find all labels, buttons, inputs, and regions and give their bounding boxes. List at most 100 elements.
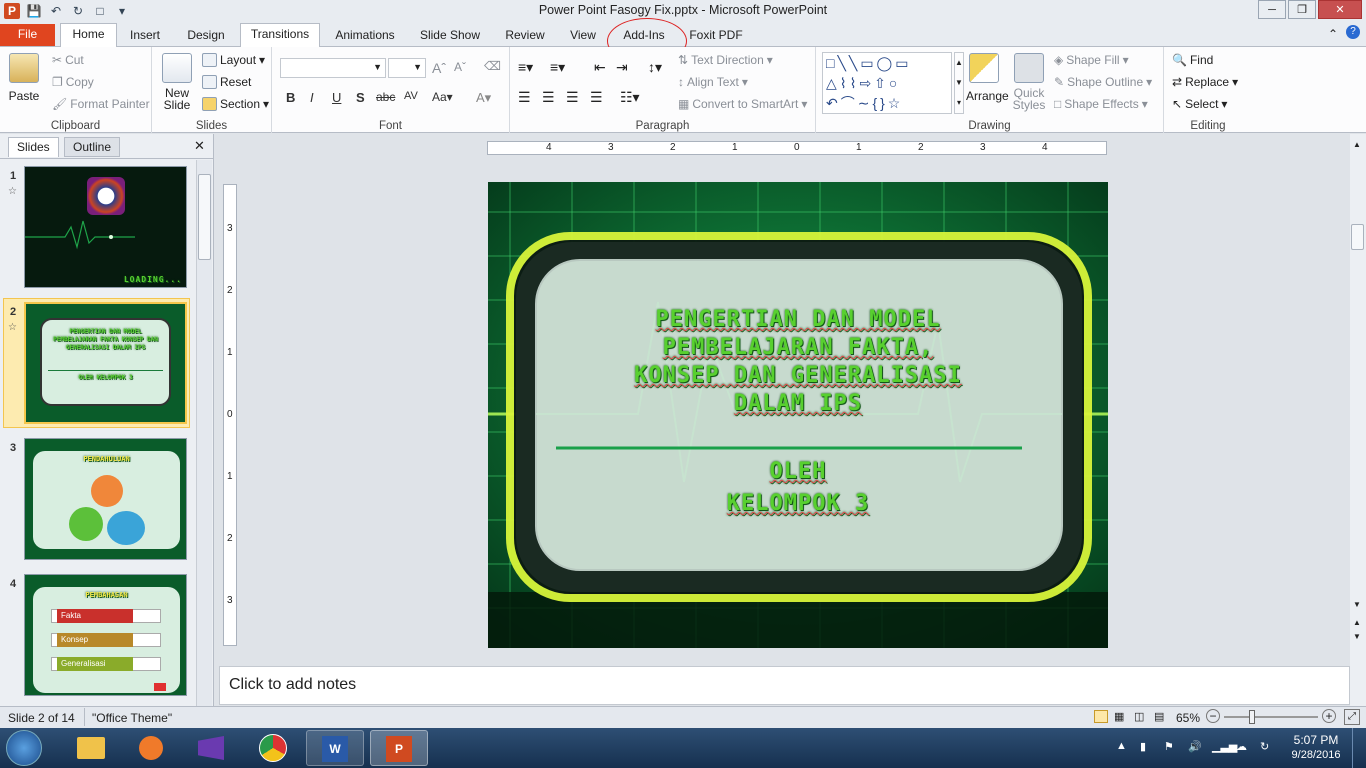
scroll-up-icon[interactable]: ▲ (1353, 140, 1361, 149)
zoom-in-icon[interactable]: + (1322, 709, 1336, 723)
decrease-indent-icon[interactable]: ⇤ (594, 59, 606, 76)
zoom-slider[interactable] (1224, 716, 1318, 718)
close-panel-icon[interactable]: ✕ (194, 138, 205, 154)
normal-view-icon[interactable] (1094, 710, 1108, 723)
sync-icon[interactable]: ↻ (1260, 740, 1274, 754)
restore-button[interactable]: ❐ (1288, 0, 1316, 19)
show-desktop-button[interactable] (1352, 728, 1366, 768)
shapes-gallery-scroll[interactable]: ▲ ▼ ▾ (954, 52, 964, 114)
align-text-button[interactable]: ↕ Align Text ▾ (678, 75, 748, 89)
shape-fill-button[interactable]: ◈ Shape Fill ▾ (1054, 53, 1129, 67)
copy-button[interactable]: ❐ Copy (52, 75, 94, 89)
font-size-combo[interactable]: ▼ (388, 58, 426, 78)
tab-foxit-pdf[interactable]: Foxit PDF (684, 25, 748, 47)
cut-button[interactable]: ✂ Cut (52, 53, 84, 67)
battery-icon[interactable]: ▮ (1140, 740, 1154, 754)
word-taskbar-icon[interactable]: W (306, 730, 364, 766)
tab-transitions[interactable]: Transitions (240, 23, 320, 47)
minimize-ribbon-icon[interactable]: ⌃ (1328, 27, 1338, 41)
slide-thumbnail-3[interactable]: PENDAHULUAN (24, 438, 187, 560)
shape-effects-button[interactable]: □ Shape Effects ▾ (1054, 97, 1148, 111)
section-button[interactable]: Section ▾ (202, 97, 269, 111)
convert-smartart-button[interactable]: ▦ Convert to SmartArt ▾ (678, 97, 807, 111)
underline-icon[interactable]: U (332, 90, 341, 105)
paste-button[interactable]: Paste (6, 53, 42, 103)
align-center-icon[interactable]: ☰ (542, 89, 555, 106)
slide-sorter-icon[interactable]: ▦ (1114, 710, 1124, 723)
visual-studio-taskbar-icon[interactable] (182, 730, 240, 766)
clock-date[interactable]: 9/28/2016 (1286, 749, 1346, 761)
reading-view-icon[interactable]: ◫ (1134, 710, 1144, 723)
onedrive-icon[interactable]: ☁ (1236, 740, 1250, 754)
bullets-icon[interactable]: ≡▾ (518, 59, 533, 76)
tab-file[interactable]: File (0, 24, 55, 46)
layout-button[interactable]: Layout ▾ (202, 53, 265, 67)
powerpoint-taskbar-icon[interactable]: P (370, 730, 428, 766)
show-hidden-icons-icon[interactable]: ▲ (1116, 740, 1130, 754)
slide-title[interactable]: PENGERTIAN DAN MODEL PEMBELAJARAN FAKTA,… (548, 306, 1048, 418)
arrange-button[interactable]: Arrange (966, 53, 1009, 103)
character-spacing-icon[interactable]: AV (404, 90, 418, 102)
change-case-icon[interactable]: Aa▾ (432, 90, 453, 104)
tab-animations[interactable]: Animations (328, 25, 402, 47)
slide-thumbnail-1[interactable]: LOADING... (24, 166, 187, 288)
clear-formatting-icon[interactable]: ⌫ (484, 59, 501, 73)
columns-icon[interactable]: ☷▾ (620, 89, 640, 106)
slide-thumbnail-2[interactable]: PENGERTIAN DAN MODEL PEMBELAJARAN FAKTA … (24, 302, 187, 424)
tab-review[interactable]: Review (500, 25, 550, 47)
quick-styles-button[interactable]: Quick Styles (1008, 53, 1050, 111)
replace-button[interactable]: ⇄ Replace ▾ (1172, 75, 1238, 89)
find-button[interactable]: 🔍 Find (1172, 53, 1213, 67)
increase-indent-icon[interactable]: ⇥ (616, 59, 628, 76)
shapes-gallery[interactable]: □╲╲▭◯▭ △⌇⌇⇨⇧○ ↶⌒∼{}☆ (822, 52, 952, 114)
tab-view[interactable]: View (562, 25, 604, 47)
fit-to-window-icon[interactable]: ⤢ (1344, 709, 1360, 725)
text-direction-button[interactable]: ⇅ Text Direction ▾ (678, 53, 773, 67)
tab-slide-show[interactable]: Slide Show (412, 25, 488, 47)
zoom-slider-thumb[interactable] (1249, 710, 1255, 724)
clock-time[interactable]: 5:07 PM (1290, 733, 1342, 747)
shape-outline-button[interactable]: ✎ Shape Outline ▾ (1054, 75, 1152, 89)
slide-subtitle[interactable]: OLEH KELOMPOK 3 (648, 456, 948, 520)
shadow-icon[interactable]: S (356, 90, 365, 105)
reset-button[interactable]: Reset (202, 75, 251, 89)
scroll-down-icon[interactable]: ▼ (1353, 600, 1361, 609)
align-right-icon[interactable]: ☰ (566, 89, 579, 106)
slide-thumbnail-4[interactable]: PEMBAHASAN Fakta Konsep Generalisasi (24, 574, 187, 696)
zoom-out-icon[interactable]: − (1206, 709, 1220, 723)
zoom-level[interactable]: 65% (1176, 711, 1200, 725)
panel-scroll-thumb[interactable] (198, 174, 211, 260)
tab-insert[interactable]: Insert (122, 25, 168, 47)
italic-icon[interactable]: I (310, 90, 314, 105)
next-slide-icon[interactable]: ▼ (1353, 632, 1361, 641)
tab-outline-panel[interactable]: Outline (64, 137, 121, 157)
numbering-icon[interactable]: ≡▾ (550, 59, 565, 76)
align-left-icon[interactable]: ☰ (518, 89, 531, 106)
media-player-taskbar-icon[interactable] (122, 730, 180, 766)
justify-icon[interactable]: ☰ (590, 89, 603, 106)
explorer-taskbar-icon[interactable] (62, 730, 120, 766)
grow-font-icon[interactable]: Aˆ (432, 60, 446, 76)
editor-scrollbar[interactable]: ▲ ▼ ▲ ▼ (1350, 134, 1366, 706)
signal-icon[interactable]: ▁▃▅ (1212, 740, 1237, 754)
chrome-taskbar-icon[interactable] (244, 730, 302, 766)
line-spacing-icon[interactable]: ↕▾ (648, 59, 662, 76)
select-button[interactable]: ↖ Select ▾ (1172, 97, 1227, 111)
tab-home[interactable]: Home (60, 23, 117, 47)
editor-scroll-thumb[interactable] (1351, 224, 1364, 250)
help-icon[interactable]: ? (1346, 25, 1360, 39)
bold-icon[interactable]: B (286, 90, 295, 105)
tab-slides-panel[interactable]: Slides (8, 137, 59, 157)
font-color-icon[interactable]: A▾ (476, 90, 491, 106)
close-button[interactable]: ✕ (1318, 0, 1362, 19)
previous-slide-icon[interactable]: ▲ (1353, 618, 1361, 627)
flag-icon[interactable]: ⚑ (1164, 740, 1178, 754)
shrink-font-icon[interactable]: Aˇ (454, 60, 466, 74)
tab-design[interactable]: Design (180, 25, 232, 47)
minimize-button[interactable]: ─ (1258, 0, 1286, 19)
font-name-combo[interactable]: ▼ (280, 58, 386, 78)
new-slide-button[interactable]: New Slide (160, 53, 194, 111)
notes-pane[interactable]: Click to add notes (219, 666, 1350, 705)
start-button[interactable] (6, 730, 42, 766)
strikethrough-icon[interactable]: abc (376, 90, 395, 104)
